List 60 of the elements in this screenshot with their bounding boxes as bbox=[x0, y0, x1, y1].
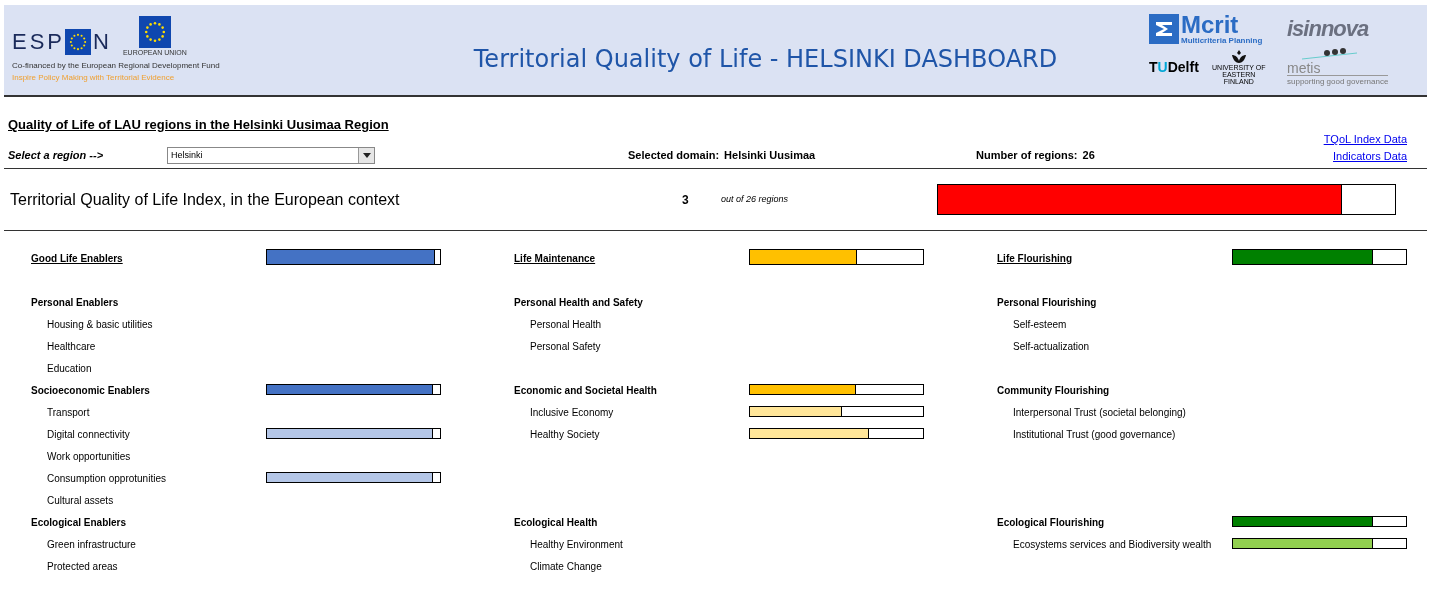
indicator-label: Transport bbox=[46, 407, 90, 418]
uef-logo-icon bbox=[1230, 50, 1247, 64]
group-heading: Economic and Societal Health bbox=[514, 385, 657, 396]
espon-tagline: Inspire Policy Making with Territorial Evidence bbox=[12, 72, 176, 85]
indicator-label: Inclusive Economy bbox=[529, 407, 614, 418]
group-heading: Ecological Flourishing bbox=[997, 517, 1105, 528]
group-heading: Personal Health and Safety bbox=[514, 297, 643, 308]
metis-logo-text: metis bbox=[1287, 61, 1321, 75]
cofinanced-text: Co-financed by the European Regional Development Fund bbox=[12, 60, 221, 73]
page-title: Quality of Life of LAU regions in the Helsinki Uusimaa Region bbox=[8, 116, 389, 134]
indicator-label: Ecosystems services and Biodiversity wealth bbox=[1012, 539, 1212, 550]
domain-heading: Life Flourishing bbox=[997, 253, 1072, 264]
index-rank: 3 bbox=[682, 191, 690, 209]
indicator-label: Interpersonal Trust (societal belonging) bbox=[1012, 407, 1186, 418]
tudelft-logo-text: TUDelft bbox=[1149, 58, 1199, 77]
group-heading: Personal Enablers bbox=[31, 297, 119, 308]
indicator-label: Digital connectivity bbox=[46, 429, 130, 440]
indicator-label: Self-esteem bbox=[1012, 319, 1067, 330]
region-dropdown[interactable]: Helsinki bbox=[167, 147, 375, 164]
group-heading: Ecological Enablers bbox=[31, 517, 127, 528]
metis-logo-subtitle: supporting good governance bbox=[1287, 75, 1389, 88]
mcrit-logo-text: Mcrit bbox=[1181, 12, 1240, 37]
region-count-value: 26 bbox=[1082, 148, 1095, 164]
data-link[interactable]: Indicators Data bbox=[1333, 148, 1407, 165]
eu-flag-icon bbox=[138, 15, 171, 48]
index-label: Territorial Quality of Life Index, in the European context bbox=[10, 189, 401, 210]
indicator-label: Housing & basic utilities bbox=[46, 319, 153, 330]
group-heading: Personal Flourishing bbox=[997, 297, 1097, 308]
eu-flag-icon bbox=[65, 28, 92, 55]
indicator-label: Healthcare bbox=[46, 341, 96, 352]
index-out-of: out of 26 regions bbox=[721, 192, 790, 206]
indicator-label: Personal Health bbox=[529, 319, 602, 330]
indicator-label: Healthy Environment bbox=[529, 539, 623, 550]
dashboard-title: Territorial Quality of Life - HELSINKI DASHBOARD bbox=[473, 44, 1058, 75]
isinnova-logo-text: isinnova bbox=[1287, 15, 1370, 43]
domain-heading: Life Maintenance bbox=[514, 253, 596, 264]
indicator-label: Institutional Trust (good governance) bbox=[1012, 429, 1176, 440]
group-heading: Socioeconomic Enablers bbox=[31, 385, 150, 396]
indicator-label: Consumption opprotunities bbox=[46, 473, 166, 484]
selected-domain-value: Helsinki Uusimaa bbox=[724, 148, 817, 164]
indicator-label: Green infrastructure bbox=[46, 539, 136, 550]
indicator-label: Personal Safety bbox=[529, 341, 601, 352]
indicator-label: Work opportunities bbox=[46, 451, 131, 462]
indicator-label: Cultural assets bbox=[46, 495, 114, 506]
mcrit-logo-icon bbox=[1149, 13, 1179, 44]
indicator-label: Climate Change bbox=[529, 561, 602, 572]
espon-logo-text: N bbox=[93, 28, 109, 57]
indicator-label: Education bbox=[46, 363, 92, 374]
group-heading: Ecological Health bbox=[514, 517, 598, 528]
group-heading: Community Flourishing bbox=[997, 385, 1110, 396]
region-count-label: Number of regions: bbox=[976, 148, 1078, 164]
indicator-label: Protected areas bbox=[46, 561, 118, 572]
mcrit-logo-subtitle: Multicriteria Planning bbox=[1181, 36, 1263, 45]
espon-logo-text: ESP bbox=[12, 28, 66, 57]
selected-domain-label: Selected domain: bbox=[628, 148, 720, 164]
indicator-label: Self-actualization bbox=[1012, 341, 1090, 352]
domain-heading: Good Life Enablers bbox=[31, 253, 123, 264]
select-region-label: Select a region --> bbox=[8, 148, 105, 164]
indicator-label: Healthy Society bbox=[529, 429, 600, 440]
data-link[interactable]: TQoL Index Data bbox=[1323, 131, 1407, 148]
